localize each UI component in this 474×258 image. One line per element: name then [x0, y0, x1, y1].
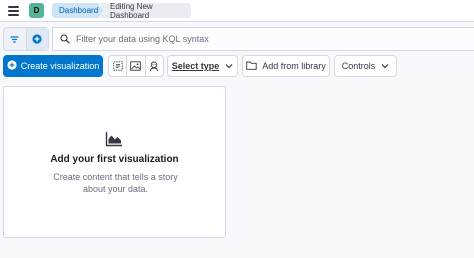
empty-panel-description: Create content that tells a story about … [53, 172, 178, 194]
empty-panel-title: Add your first visualization [50, 154, 179, 165]
breadcrumb-dashboard[interactable]: Dashboard [52, 3, 104, 18]
face-icon[interactable] [144, 56, 163, 76]
filter-icon[interactable] [4, 28, 26, 50]
image-icon[interactable] [126, 56, 144, 76]
create-visualization-label: Create visualization [20, 61, 100, 71]
plus-in-circle-icon [7, 60, 17, 72]
filter-controls [3, 27, 49, 51]
breadcrumb-current: Editing New Dashboard [99, 3, 191, 18]
controls-label: Controls [341, 61, 376, 71]
create-visualization-button[interactable]: Create visualization [3, 55, 103, 77]
text-icon[interactable] [109, 56, 126, 76]
chart-area-icon [105, 131, 123, 152]
query-bar [52, 27, 474, 51]
add-filter-icon[interactable] [25, 28, 48, 50]
avatar[interactable]: D [29, 3, 44, 18]
top-header: D Dashboard Editing New Dashboard [0, 0, 474, 22]
search-icon [60, 34, 70, 44]
controls-dropdown[interactable]: Controls [334, 55, 397, 77]
menu-icon[interactable] [8, 4, 22, 18]
empty-dashboard-panel: Add your first visualization Create cont… [3, 86, 226, 238]
select-type-dropdown[interactable]: Select type [167, 55, 238, 77]
quick-add-group [108, 55, 164, 77]
add-from-library-label: Add from library [262, 61, 326, 71]
folder-icon [246, 61, 257, 72]
select-type-label: Select type [171, 61, 220, 71]
add-from-library-button[interactable]: Add from library [242, 55, 330, 77]
chevron-down-icon [225, 61, 233, 71]
search-input[interactable] [76, 34, 456, 44]
chevron-down-icon [381, 61, 389, 71]
